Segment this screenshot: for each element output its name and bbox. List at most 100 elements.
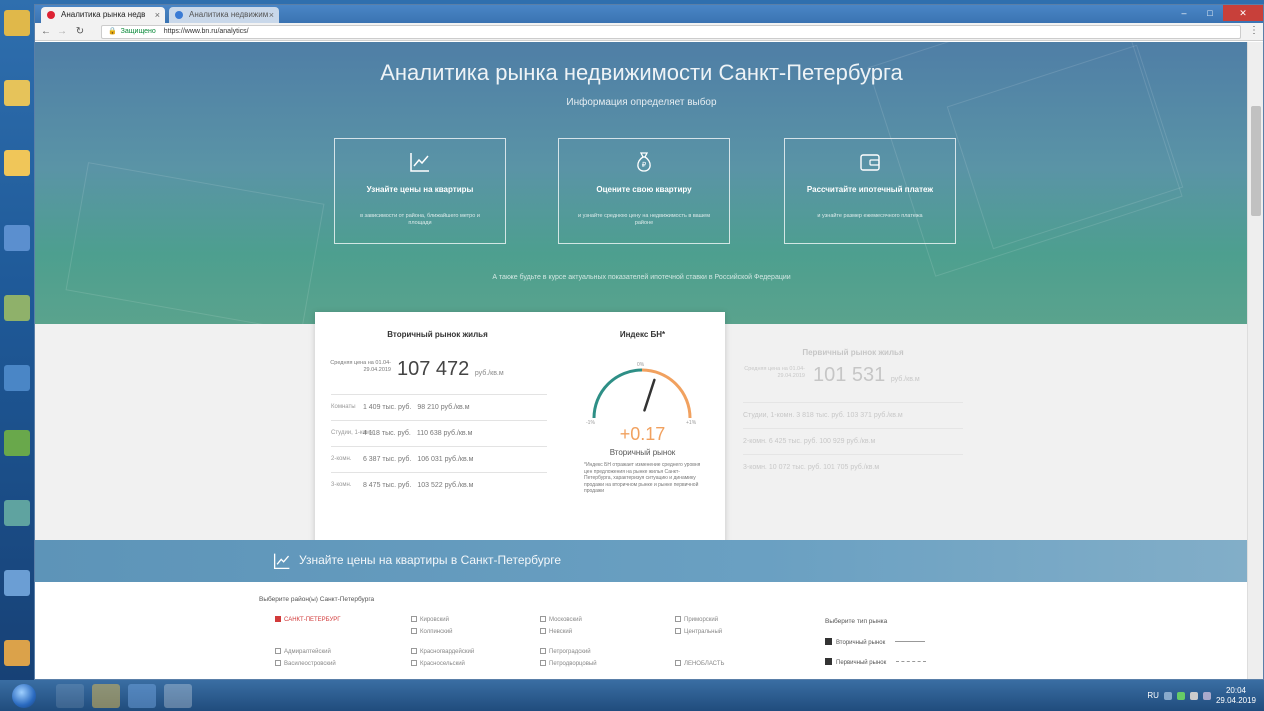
minimize-icon[interactable]: – [1171, 5, 1197, 21]
favicon-icon [175, 11, 183, 19]
desktop-icon[interactable] [4, 295, 30, 321]
mortgage-card[interactable]: Рассчитайте ипотечный платеж и узнайте р… [784, 138, 956, 244]
media-player-icon[interactable] [56, 684, 84, 708]
close-icon[interactable]: × [269, 7, 274, 23]
row-per-m: 103 522 руб./кв.м [417, 482, 474, 489]
language-indicator[interactable]: RU [1147, 691, 1159, 700]
row-per-m: 110 638 руб./кв.м [416, 430, 473, 437]
market-type-checkbox[interactable]: Первичный рынок [825, 658, 927, 666]
app-window-icon[interactable] [128, 684, 156, 708]
close-icon[interactable]: × [155, 7, 160, 23]
district-checkbox[interactable]: Центральный [675, 628, 722, 635]
district-label: Красносельский [420, 661, 465, 667]
desktop-icon[interactable] [4, 430, 30, 456]
card-description: и узнайте среднюю цену на недвижимость в… [578, 213, 710, 226]
reload-icon[interactable]: ↻ [73, 25, 87, 39]
table-row: Комнаты 1 409 тыс. руб. 98 210 руб./кв.м [331, 394, 547, 420]
index-gauge: -1% 0% +1% [586, 362, 697, 426]
district-filters: Выберите район(ы) Санкт-Петербурга САНКТ… [35, 582, 1248, 679]
district-checkbox[interactable]: Петродворцовый [540, 660, 597, 667]
tab-title: Аналитика рынка недв [61, 10, 146, 19]
chrome-icon[interactable] [164, 684, 192, 708]
district-checkbox[interactable]: Колпинский [411, 628, 452, 635]
district-label: Петродворцовый [549, 661, 597, 667]
tray-icon[interactable] [1163, 691, 1172, 700]
checkbox-icon [540, 628, 546, 634]
checkbox-checked-icon [825, 638, 832, 645]
prices-card[interactable]: Узнайте цены на квартиры в зависимости о… [334, 138, 506, 244]
maximize-icon[interactable]: □ [1197, 5, 1223, 21]
close-window-icon[interactable]: ✕ [1223, 5, 1263, 21]
network-icon[interactable] [1189, 691, 1198, 700]
browser-tab[interactable]: Аналитика недвижим × [169, 7, 279, 23]
row-label: 2-комн. [743, 438, 767, 445]
row-per-m: 106 031 руб./кв.м [417, 456, 474, 463]
district-checkbox[interactable]: САНКТ-ПЕТЕРБУРГ [275, 616, 341, 623]
market-type-title: Выберите тип рынка [825, 618, 888, 625]
market-type-label: Вторичный рынок [836, 640, 886, 646]
district-checkbox[interactable]: Кировский [411, 616, 449, 623]
menu-kebab-icon[interactable]: ⋮ [1249, 25, 1259, 36]
dashed-line-legend [896, 661, 927, 662]
desktop-icon[interactable] [4, 80, 30, 106]
back-arrow-icon[interactable]: ← [39, 25, 53, 39]
card-title: Оцените свою квартиру [596, 185, 692, 194]
district-label: Приморский [684, 617, 719, 623]
district-checkbox[interactable]: Адмиралтейский [275, 648, 331, 655]
row-total: 6 425 тыс. руб. [768, 438, 818, 445]
start-button[interactable] [12, 684, 36, 708]
market-type-checkbox[interactable]: Вторичный рынок [825, 638, 926, 646]
district-checkbox[interactable]: Красногвардейский [411, 648, 474, 655]
filters-title: Выберите район(ы) Санкт-Петербурга [259, 596, 375, 603]
district-checkbox[interactable]: Приморский [675, 616, 718, 623]
estimate-card[interactable]: ₽ Оцените свою квартиру и узнайте средню… [558, 138, 730, 244]
row-total: 8 475 тыс. руб. [362, 482, 412, 489]
market-panel: Вторичный рынок жилья Средняя цена на 01… [315, 312, 725, 546]
lock-icon: 🔒 [108, 28, 117, 35]
address-bar[interactable]: 🔒 Защищено https://www.bn.ru/analytics/ [101, 25, 1241, 39]
district-label: ЛЕНОБЛАСТЬ [684, 661, 725, 667]
url-text: https://www.bn.ru/analytics/ [163, 28, 249, 35]
browser-window: Аналитика рынка недв × Аналитика недвижи… [34, 4, 1264, 680]
forward-arrow-icon[interactable]: → [55, 25, 69, 39]
index-value: +0.17 [619, 424, 666, 444]
page-scrollbar[interactable] [1247, 42, 1263, 679]
district-checkbox[interactable]: Петроградский [540, 648, 591, 655]
district-label: Кировский [420, 617, 449, 623]
tray-icon[interactable] [1176, 691, 1185, 700]
clock-time: 20:04 [1225, 685, 1246, 695]
svg-text:₽: ₽ [642, 161, 647, 169]
volume-icon[interactable] [1202, 691, 1211, 700]
clock[interactable]: 20:04 29.04.2019 [1216, 686, 1256, 706]
desktop-icons [0, 0, 34, 680]
desktop-icon[interactable] [4, 225, 30, 251]
desktop-icon[interactable] [4, 570, 30, 596]
window-controls: – □ ✕ [1171, 5, 1263, 21]
desktop-icon[interactable] [4, 150, 30, 176]
checkbox-icon [540, 648, 546, 654]
desktop-icon[interactable] [4, 500, 30, 526]
index-title: Индекс БН* [619, 330, 666, 339]
browser-tab-active[interactable]: Аналитика рынка недв × [41, 7, 165, 23]
district-checkbox[interactable]: Московский [540, 616, 582, 623]
hero-note: А также будьте в курсе актуальных показа… [492, 274, 791, 281]
row-per-m: 98 210 руб./кв.м [417, 404, 470, 411]
row-per-m: 100 929 руб./кв.м [819, 438, 876, 445]
chart-icon [410, 153, 429, 172]
district-checkbox[interactable]: Василеостровский [275, 660, 336, 667]
district-checkbox[interactable]: ЛЕНОБЛАСТЬ [675, 660, 724, 667]
gauge-arc-left [592, 368, 643, 419]
desktop-icon[interactable] [4, 365, 30, 391]
district-checkbox[interactable]: Красносельский [411, 660, 465, 667]
district-label: Колпинский [420, 629, 453, 635]
folder-icon[interactable] [92, 684, 120, 708]
solid-line-legend [895, 641, 926, 642]
desktop-icon[interactable] [4, 640, 30, 666]
row-total: 6 387 тыс. руб. [362, 456, 412, 463]
card-title: Узнайте цены на квартиры [366, 185, 474, 194]
desktop-icon[interactable] [4, 10, 30, 36]
table-row: Студии, 1-комн. 3 818 тыс. руб. 103 371 … [743, 402, 963, 428]
scrollbar-thumb[interactable] [1251, 106, 1261, 216]
district-checkbox[interactable]: Невский [540, 628, 572, 635]
district-label: Адмиралтейский [284, 649, 331, 655]
